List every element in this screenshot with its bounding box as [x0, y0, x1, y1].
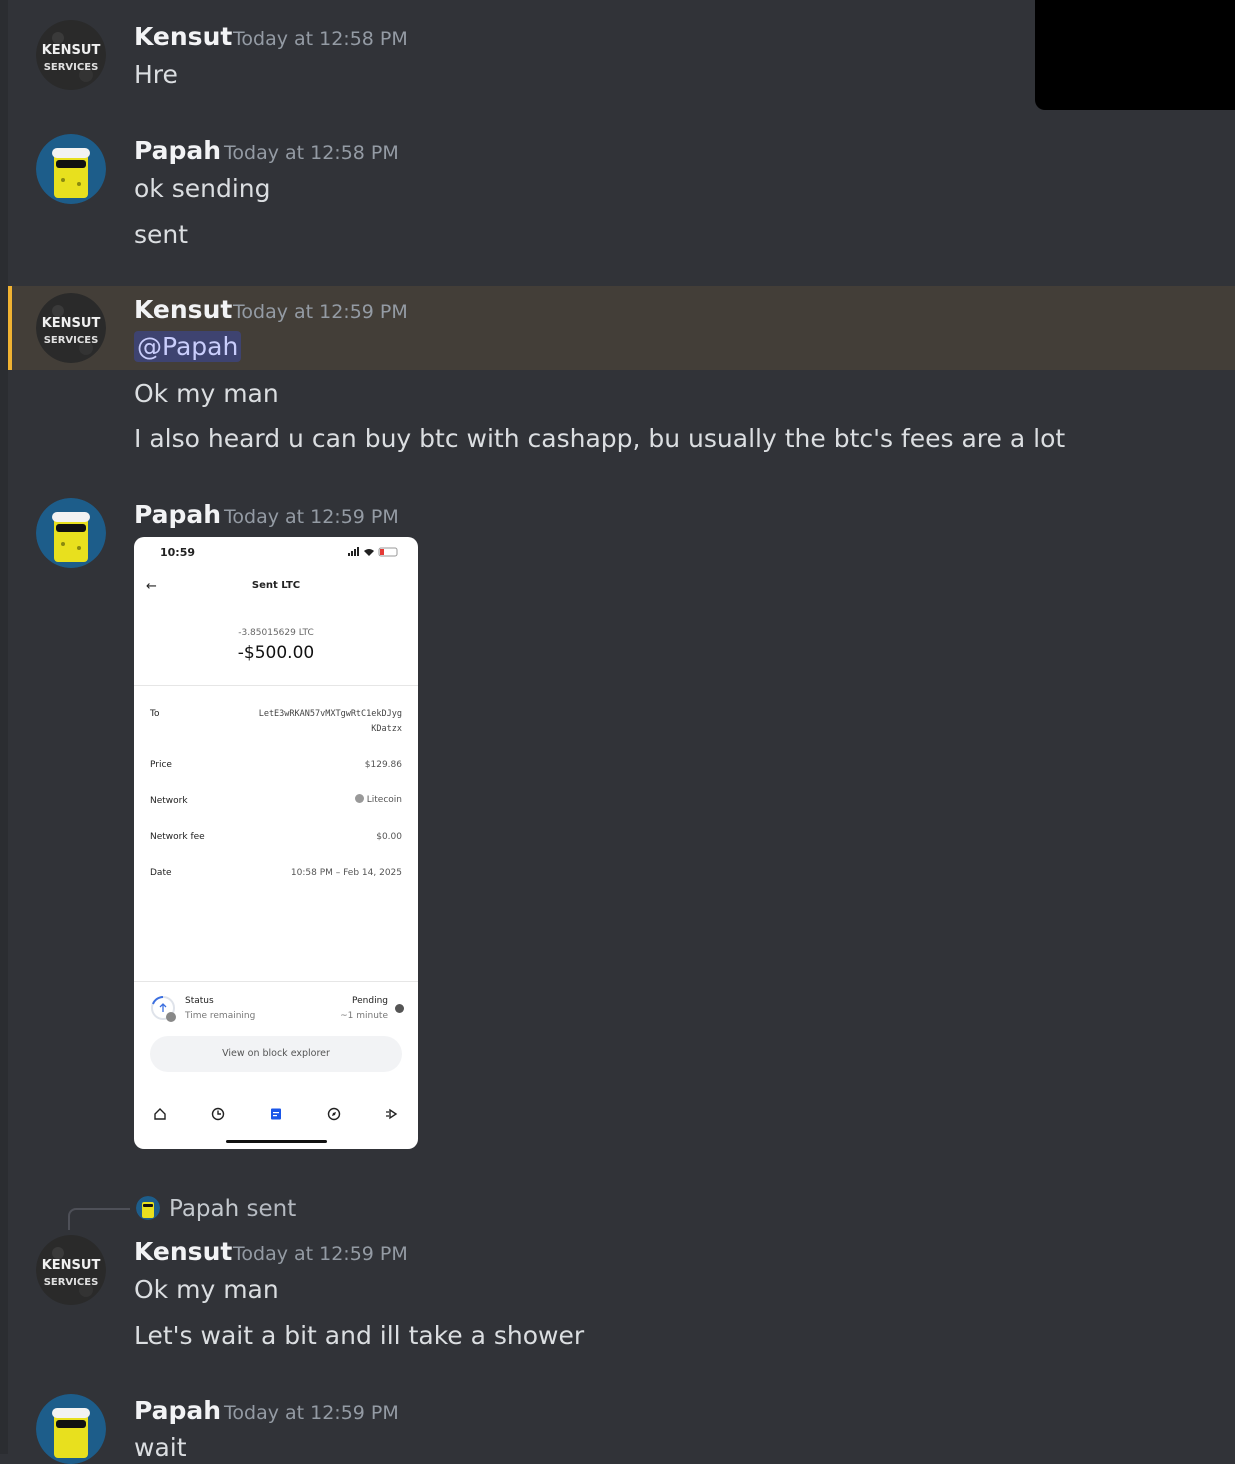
price-value: $129.86 — [364, 760, 402, 770]
left-gutter — [0, 0, 8, 1454]
mention-highlight-bar — [8, 286, 12, 370]
reply-connector — [68, 1208, 130, 1230]
svg-text:SERVICES: SERVICES — [44, 62, 99, 73]
reply-author: Papah — [169, 1196, 240, 1222]
crypto-amount: -3.85015629 LTC — [238, 628, 314, 638]
status-bar-icons — [348, 547, 398, 557]
author-name[interactable]: Papah — [134, 1396, 221, 1426]
user-mention[interactable]: @Papah — [134, 331, 242, 362]
message-text: Ok my man — [134, 1275, 279, 1304]
image-attachment[interactable]: 10:59 ← Sent LTC -3.85015629 LTC -$500.0… — [134, 537, 418, 1149]
avatar-papah[interactable] — [36, 134, 106, 204]
divider — [134, 685, 418, 686]
avatar-kensut[interactable]: KENSUT SERVICES — [36, 20, 106, 90]
overlay-panel — [1035, 0, 1235, 110]
history-icon[interactable] — [211, 1107, 225, 1121]
avatar-kensut[interactable]: KENSUT SERVICES — [36, 1235, 106, 1305]
date-value: 10:58 PM – Feb 14, 2025 — [290, 868, 402, 878]
svg-text:KENSUT: KENSUT — [42, 316, 101, 331]
timestamp: Today at 12:58 PM — [233, 28, 408, 50]
author-name[interactable]: Kensut — [134, 295, 232, 325]
timestamp: Today at 12:59 PM — [233, 1243, 408, 1265]
timestamp: Today at 12:58 PM — [224, 142, 399, 164]
row-label: Date — [150, 868, 172, 878]
row-label: Network — [150, 796, 188, 806]
explore-icon[interactable] — [327, 1107, 341, 1121]
row-label: Network fee — [150, 832, 205, 842]
message-text: Let's wait a bit and ill take a shower — [134, 1321, 585, 1350]
info-icon[interactable] — [395, 1004, 404, 1013]
fiat-amount: -$500.00 — [237, 643, 315, 663]
home-indicator — [226, 1140, 327, 1143]
svg-text:KENSUT: KENSUT — [42, 1258, 101, 1273]
reply-avatar-papah[interactable] — [136, 1196, 160, 1220]
status-progress-icon — [151, 996, 176, 1022]
author-name[interactable]: Papah — [134, 136, 221, 166]
author-name[interactable]: Kensut — [134, 1237, 232, 1267]
fee-value: $0.00 — [376, 832, 402, 842]
svg-text:SERVICES: SERVICES — [44, 335, 99, 346]
status-time: ~1 minute — [340, 1011, 388, 1021]
divider — [134, 981, 418, 982]
home-icon[interactable] — [153, 1107, 167, 1121]
svg-text:SERVICES: SERVICES — [44, 1277, 99, 1288]
status-sub: Time remaining — [185, 1011, 256, 1021]
status-bar-time: 10:59 — [160, 546, 196, 559]
timestamp: Today at 12:59 PM — [224, 1402, 399, 1424]
row-label: To — [150, 709, 160, 719]
reply-preview[interactable]: Papah sent — [169, 1194, 296, 1224]
timestamp: Today at 12:59 PM — [224, 506, 399, 528]
message-text: @Papah — [134, 331, 242, 363]
timestamp: Today at 12:59 PM — [233, 301, 408, 323]
message-text: wait — [134, 1433, 187, 1462]
view-explorer-button[interactable]: View on block explorer — [150, 1036, 402, 1072]
network-value: Litecoin — [354, 794, 402, 805]
message-text: Ok my man — [134, 379, 279, 408]
message-text: ok sending — [134, 174, 271, 203]
avatar-papah[interactable] — [36, 498, 106, 568]
message-text: Hre — [134, 60, 178, 89]
row-label: Price — [150, 760, 172, 770]
reply-snippet: sent — [246, 1196, 297, 1222]
screen-title: Sent LTC — [251, 580, 301, 591]
transactions-icon[interactable] — [269, 1107, 283, 1121]
avatar-logo-text: KENSUT — [42, 43, 101, 58]
send-receive-icon[interactable] — [385, 1107, 399, 1121]
status-label: Status — [185, 996, 214, 1006]
address-value: LetE3wRKAN57vMXTgwRtC1ekDJyg KDatzx — [258, 709, 402, 734]
author-name[interactable]: Papah — [134, 500, 221, 530]
author-name[interactable]: Kensut — [134, 22, 232, 52]
message-text: sent — [134, 220, 189, 249]
avatar-kensut[interactable]: KENSUT SERVICES — [36, 293, 106, 363]
status-value: Pending — [352, 996, 388, 1006]
message-text: I also heard u can buy btc with cashapp,… — [134, 424, 1066, 453]
litecoin-icon — [354, 794, 364, 803]
